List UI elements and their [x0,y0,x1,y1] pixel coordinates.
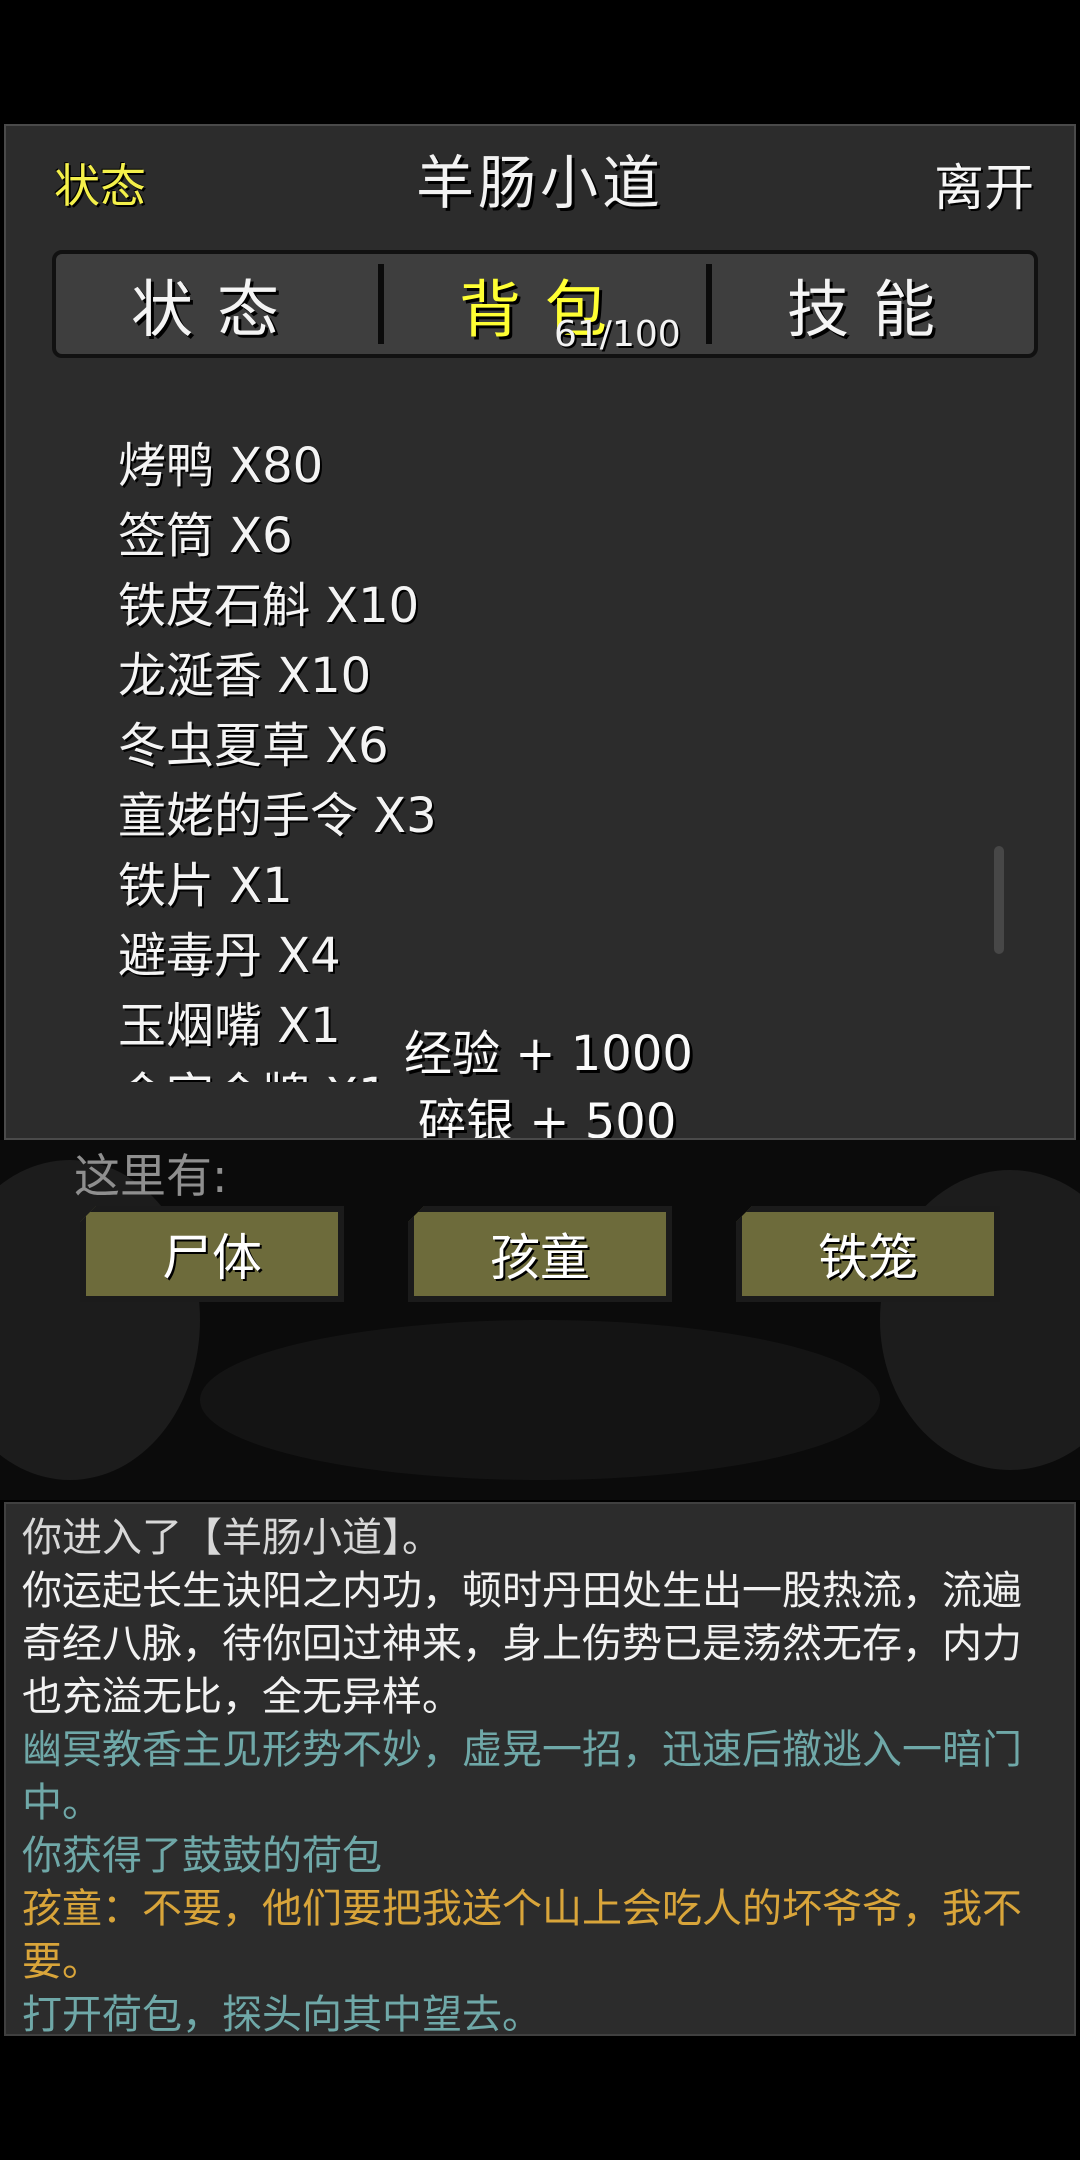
tab-skills[interactable]: 技能 [712,254,1034,354]
inventory-item[interactable]: 金字令牌 X1 [88,1066,389,1082]
log-line: 你运起长生诀阳之内功，顿时丹田处生出一股热流，流遍奇经八脉，待你回过神来，身上伤… [22,1568,1022,1720]
inventory-item[interactable]: 铁皮石斛 X10 [87,576,419,636]
log-line: 幽冥教香主见形势不妙，虚晃一招，迅速后撤逃入一暗门中。 [22,1727,1022,1826]
inventory-item[interactable]: 冬虫夏草 X6 [88,716,389,776]
tab-bag[interactable]: 背包 61/100 [384,254,706,355]
exp-reward: 经验 + 1000 [404,1026,693,1082]
scene-area: 这里有: 尸体 孩童 铁笼 [0,1140,1080,1500]
object-button-iron-cage[interactable]: 铁笼 [736,1206,1000,1302]
tab-bar: 状态 背包 61/100 技能 [52,250,1038,358]
inventory-item[interactable]: 签筒 X6 [88,506,358,566]
inventory-scrollbar[interactable] [994,846,1004,954]
tab-status[interactable]: 状态 [56,254,378,354]
tab-status-label: 状态 [130,273,303,346]
smoke-decoration [200,1320,880,1480]
inventory-item[interactable]: 玉烟嘴 X1 [88,996,358,1056]
leave-button[interactable]: 离开 [934,148,1034,220]
log-line: 孩童：不要，他们要把我送个山上会吃人的坏爷爷，我不要。 [22,1886,1022,1985]
silver-reward: 碎银 + 500 [418,1094,677,1140]
inventory-item[interactable]: 童姥的手令 X3 [88,786,437,846]
inventory-panel: 状态 羊肠小道 离开 状态 背包 61/100 技能 烤鸭 X80 签筒 X6 … [4,124,1076,1140]
object-button-corpse[interactable]: 尸体 [80,1206,344,1302]
log-line: 你进入了【羊肠小道】。 [22,1515,442,1561]
log-line: 打开荷包，探头向其中望去。 [22,1992,542,2038]
inventory-item[interactable]: 龙涎香 X10 [87,646,371,706]
inventory-item[interactable]: 避毒丹 X4 [88,926,358,986]
object-button-child[interactable]: 孩童 [408,1206,672,1302]
bag-capacity: 61/100 [554,314,681,355]
here-label: 这里有: [74,1149,228,1203]
inventory-item[interactable]: 铁片 X1 [88,856,358,916]
message-log[interactable]: 你进入了【羊肠小道】。 你运起长生诀阳之内功，顿时丹田处生出一股热流，流遍奇经八… [4,1502,1076,2038]
log-line: 你获得了鼓鼓的荷包 [22,1833,382,1879]
location-title: 羊肠小道 [415,149,664,217]
inventory-item[interactable]: 烤鸭 X80 [87,436,359,496]
inventory-list[interactable]: 烤鸭 X80 签筒 X6 铁皮石斛 X10 龙涎香 X10 冬虫夏草 X6 童姥… [6,380,1074,1082]
tab-skills-label: 技能 [786,273,959,346]
game-screen: 状态 羊肠小道 离开 状态 背包 61/100 技能 烤鸭 X80 签筒 X6 … [0,0,1080,2160]
